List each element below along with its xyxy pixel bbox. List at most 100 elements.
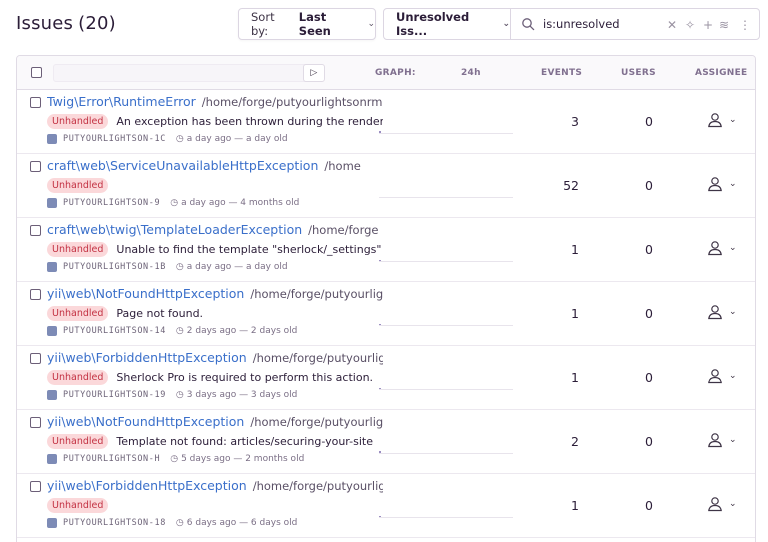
event-sparkline	[379, 252, 513, 262]
clock-icon: ◷	[170, 454, 179, 464]
table-row[interactable]: craft\web\ServiceUnavailableHttpExceptio…	[17, 154, 755, 218]
user-count: 0	[645, 242, 653, 257]
row-checkbox[interactable]	[30, 353, 41, 364]
table-row[interactable]: yii\web\NotFoundHttpException/home/forge…	[17, 410, 755, 474]
chevron-down-icon: ⌄	[729, 499, 737, 509]
graph-spike	[379, 260, 381, 261]
add-icon[interactable]: +	[703, 18, 713, 32]
issue-title-link[interactable]: Twig\Error\RuntimeError	[47, 94, 196, 109]
user-icon	[708, 497, 722, 512]
graph-spike	[379, 324, 381, 325]
table-row[interactable]: yii\web\NotFoundHttpException/home/forge…	[17, 282, 755, 346]
issue-title-link[interactable]: yii\web\NotFoundHttpException	[47, 286, 244, 301]
issue-title-link[interactable]: yii\web\ForbiddenHttpException	[47, 478, 247, 493]
chevron-down-icon: ⌄	[729, 435, 737, 445]
project-icon	[47, 262, 57, 272]
clear-icon[interactable]: ✕	[667, 18, 677, 32]
seen-time: a day ago — 4 months old	[181, 198, 300, 208]
chevron-down-icon: ⌄	[729, 115, 737, 125]
event-count: 1	[571, 370, 579, 385]
issue-culprit: /home/forge/putyourlights	[250, 415, 383, 429]
assignee-selector[interactable]: ⌄	[707, 432, 737, 448]
col-users: USERS	[621, 68, 656, 78]
project-icon	[47, 454, 57, 464]
issue-message: Unable to find the template "sherlock/_s…	[116, 243, 382, 256]
assignee-selector[interactable]: ⌄	[707, 240, 737, 256]
issue-title-link[interactable]: yii\web\NotFoundHttpException	[47, 414, 244, 429]
page-title-text: Issues	[16, 13, 74, 34]
issue-culprit: /home/forge/putyourlights	[252, 479, 383, 493]
row-checkbox[interactable]	[30, 161, 41, 172]
issue-count: (20)	[78, 13, 116, 34]
event-sparkline	[379, 380, 513, 390]
sort-label: Sort by:	[251, 10, 275, 38]
issue-culprit: /home/forge/putyourlights	[252, 351, 383, 365]
assignee-selector[interactable]: ⌄	[707, 112, 737, 128]
seen-time: 5 days ago — 2 months old	[181, 454, 305, 464]
chevron-down-icon: ⌄	[729, 307, 737, 317]
unhandled-badge: Unhandled	[47, 370, 109, 385]
seen-time: a day ago — a day old	[186, 134, 288, 144]
page-title: Issues (20)	[16, 13, 116, 34]
short-id[interactable]: PUTYOURLIGHTSON-18	[63, 518, 166, 528]
sliders-icon[interactable]: ≋	[719, 18, 729, 32]
event-sparkline	[379, 508, 513, 518]
search-input[interactable]	[543, 17, 663, 31]
table-row[interactable]: yii\web\ForbiddenHttpException/home/forg…	[17, 346, 755, 410]
graph-spike	[379, 388, 381, 389]
realtime-toggle-button[interactable]: ▷	[303, 64, 325, 82]
issue-title-link[interactable]: craft\web\twig\TemplateLoaderException	[47, 222, 302, 237]
event-count: 1	[571, 242, 579, 257]
col-period-toggle[interactable]: 24h	[461, 68, 481, 78]
table-header: ▷ GRAPH: 24h EVENTS USERS ASSIGNEE	[17, 56, 755, 90]
select-all-checkbox[interactable]	[31, 67, 42, 78]
short-id[interactable]: PUTYOURLIGHTSON-14	[63, 326, 166, 336]
short-id[interactable]: PUTYOURLIGHTSON-1B	[63, 262, 166, 272]
user-icon	[708, 305, 722, 320]
clock-icon: ◷	[175, 134, 184, 144]
short-id[interactable]: PUTYOURLIGHTSON-H	[63, 454, 160, 464]
chevron-down-icon: ⌄	[502, 19, 510, 29]
clock-icon: ◷	[175, 518, 184, 528]
row-checkbox[interactable]	[30, 417, 41, 428]
user-icon	[708, 241, 722, 256]
issue-message: Sherlock Pro is required to perform this…	[116, 371, 374, 384]
clock-icon: ◷	[175, 326, 184, 336]
saved-search-dropdown[interactable]: Unresolved Iss... ⌄	[383, 8, 511, 40]
unhandled-badge: Unhandled	[47, 178, 109, 193]
project-icon	[47, 518, 57, 528]
col-assignee: ASSIGNEE	[695, 68, 748, 78]
search-icon	[522, 18, 535, 31]
table-row[interactable]: yii\web\ForbiddenHttpException/home/forg…	[17, 474, 755, 538]
short-id[interactable]: PUTYOURLIGHTSON-9	[63, 198, 160, 208]
issue-message: Template not found: articles/securing-yo…	[116, 435, 373, 448]
unhandled-badge: Unhandled	[47, 242, 109, 257]
chevron-down-icon: ⌄	[729, 371, 737, 381]
issue-title-link[interactable]: yii\web\ForbiddenHttpException	[47, 350, 247, 365]
event-count: 2	[571, 434, 579, 449]
row-checkbox[interactable]	[30, 481, 41, 492]
issue-title-link[interactable]: craft\web\ServiceUnavailableHttpExceptio…	[47, 158, 318, 173]
sort-dropdown[interactable]: Sort by: Last Seen ⌄	[238, 8, 376, 40]
short-id[interactable]: PUTYOURLIGHTSON-1C	[63, 134, 166, 144]
graph-spike	[379, 516, 381, 517]
row-checkbox[interactable]	[30, 289, 41, 300]
user-icon	[708, 113, 722, 128]
search-bar[interactable]: ✕ ✧ + ≋ ⋮	[510, 8, 760, 40]
assignee-selector[interactable]: ⌄	[707, 496, 737, 512]
table-row[interactable]: craft\web\twig\TemplateLoaderException/h…	[17, 218, 755, 282]
assignee-selector[interactable]: ⌄	[707, 304, 737, 320]
project-icon	[47, 134, 57, 144]
user-count: 0	[645, 306, 653, 321]
pin-icon[interactable]: ✧	[685, 18, 695, 32]
clock-icon: ◷	[170, 198, 179, 208]
short-id[interactable]: PUTYOURLIGHTSON-19	[63, 390, 166, 400]
row-checkbox[interactable]	[30, 97, 41, 108]
more-icon[interactable]: ⋮	[739, 18, 751, 32]
assignee-selector[interactable]: ⌄	[707, 368, 737, 384]
event-sparkline	[379, 124, 513, 134]
clock-icon: ◷	[175, 390, 184, 400]
row-checkbox[interactable]	[30, 225, 41, 236]
assignee-selector[interactable]: ⌄	[707, 176, 737, 192]
table-row[interactable]: Twig\Error\RuntimeError/home/forge/putyo…	[17, 90, 755, 154]
